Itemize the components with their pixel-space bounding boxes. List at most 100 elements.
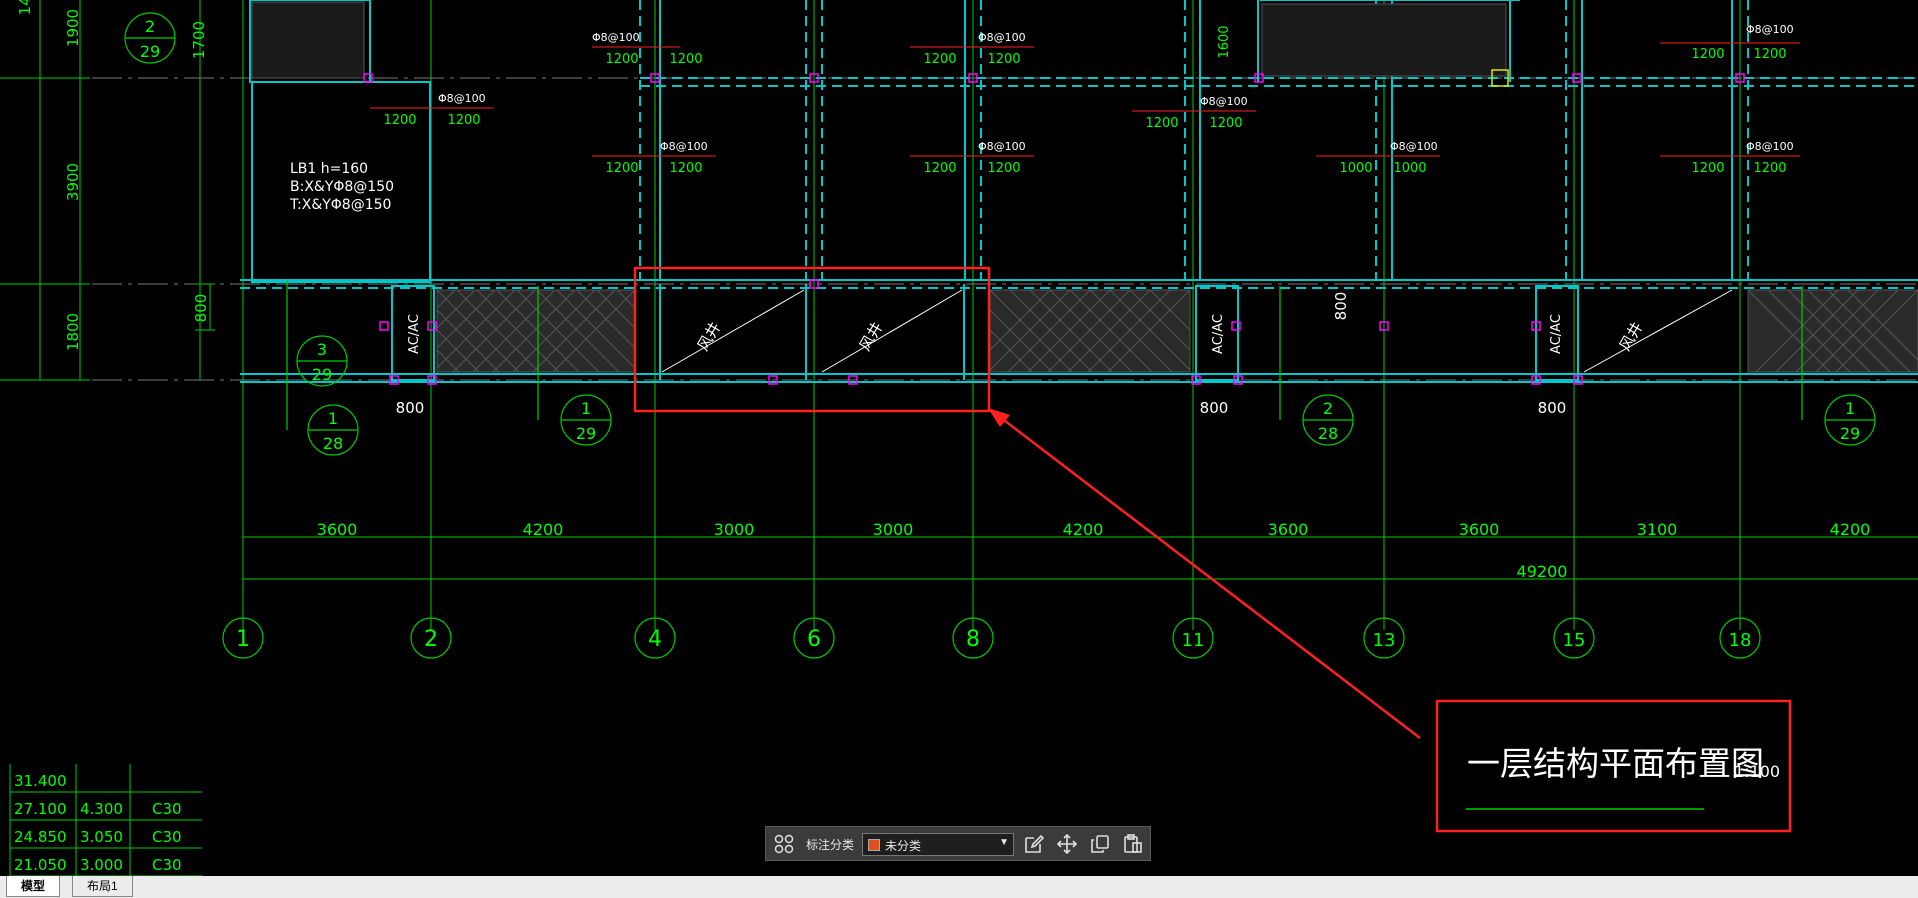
rebar-label: Φ8@100 <box>660 140 708 153</box>
section-mark-sheet: 29 <box>576 424 596 443</box>
rebar-length: 1200 <box>447 113 480 128</box>
span-dim: 3000 <box>714 520 755 539</box>
edit-icon[interactable] <box>1022 832 1046 856</box>
rebar-length: 1200 <box>923 161 956 176</box>
left-dim: 1900 <box>64 9 82 47</box>
rebar-length: 1200 <box>1753 161 1786 176</box>
drawing-title: 一层结构平面布置图 <box>1467 744 1764 783</box>
section-mark-num: 2 <box>1323 399 1333 418</box>
left-dimension-lines <box>0 0 215 381</box>
left-dim: 1800 <box>64 313 82 351</box>
move-icon[interactable] <box>1055 832 1079 856</box>
copy-icon[interactable] <box>1088 832 1112 856</box>
ac-label: AC/AC <box>1211 314 1226 354</box>
grid-icon[interactable] <box>772 832 796 856</box>
overall-dim: 49200 <box>1517 562 1568 581</box>
section-mark-num: 2 <box>145 17 155 36</box>
rebar-length-vertical: 1600 <box>1217 25 1232 58</box>
small-dim-vertical: 800 <box>1332 292 1350 321</box>
rebar-length: 1200 <box>605 52 638 67</box>
tab-model[interactable]: 模型 <box>6 876 61 897</box>
highlight-arrow-head <box>988 408 1010 427</box>
tab-layout1[interactable]: 布局1 <box>72 876 133 897</box>
table-cell: 24.850 <box>14 828 67 846</box>
rebar-lengths: 1200 1200 1200 1200 1200 1200 1200 1200 … <box>383 25 1786 176</box>
small-dim: 800 <box>1200 399 1229 417</box>
slab-note-line: LB1 h=160 <box>290 161 368 177</box>
slab-note: LB1 h=160 B:X&YΦ8@150 T:X&YΦ8@150 <box>289 161 394 213</box>
span-dim: 4200 <box>523 520 564 539</box>
rebar-length: 1200 <box>383 113 416 128</box>
rebar-length: 1200 <box>1691 161 1724 176</box>
table-cell: 31.400 <box>14 772 67 790</box>
axis-bubbles <box>222 617 1761 659</box>
small-dim: 800 <box>396 399 425 417</box>
rebar-length: 1200 <box>1691 47 1724 62</box>
rebar-length: 1200 <box>1145 116 1178 131</box>
left-dim-partial: 14 <box>16 0 34 16</box>
rebar-length: 1200 <box>605 161 638 176</box>
table-cell: C30 <box>152 856 182 874</box>
section-mark-sheet: 29 <box>140 42 160 61</box>
span-dim: 3600 <box>1459 520 1500 539</box>
left-dims: 1900 1700 3900 800 1800 14 <box>16 0 210 351</box>
rebar-length: 1200 <box>987 161 1020 176</box>
span-dim: 3000 <box>873 520 914 539</box>
rebar-lines <box>370 42 1800 157</box>
axis-label: 13 <box>1373 630 1396 651</box>
rebar-length: 1200 <box>1209 116 1242 131</box>
table-cell: 27.100 <box>14 800 67 818</box>
table-cell: 4.300 <box>80 800 123 818</box>
highlight-box-opening[interactable] <box>633 266 991 413</box>
table-cell: 3.050 <box>80 828 123 846</box>
layout-tab-bar: 模型 布局1 <box>0 876 1918 898</box>
section-mark-num: 1 <box>581 399 591 418</box>
axis-label: 6 <box>807 627 821 652</box>
section-mark-sheet: 28 <box>1318 424 1338 443</box>
rebar-label: Φ8@100 <box>1746 23 1794 36</box>
rebar-length: 1200 <box>987 52 1020 67</box>
rebar-length: 1200 <box>669 161 702 176</box>
table-cell: C30 <box>152 828 182 846</box>
section-mark-num: 3 <box>317 340 327 359</box>
opening-label: 风井 <box>694 319 725 354</box>
span-dim: 3100 <box>1637 520 1678 539</box>
dimension-texts: 3600 4200 3000 3000 4200 3600 3600 3100 … <box>317 520 1871 581</box>
rebar-label: Φ8@100 <box>978 140 1026 153</box>
left-dim: 3900 <box>64 163 82 201</box>
axis-label: 2 <box>424 627 438 652</box>
axis-label: 18 <box>1729 630 1752 651</box>
small-dim: 800 <box>1538 399 1567 417</box>
left-dim: 800 <box>192 294 210 323</box>
axis-label: 4 <box>648 627 662 652</box>
rebar-label: Φ8@100 <box>1200 95 1248 108</box>
section-mark-sheet: 29 <box>1840 424 1860 443</box>
annotation-category-label: 标注分类 <box>806 838 855 852</box>
rebar-label: Φ8@100 <box>1390 140 1438 153</box>
rebar-length: 1000 <box>1339 161 1372 176</box>
ac-label: AC/AC <box>1549 314 1564 354</box>
rebar-length: 1200 <box>669 52 702 67</box>
axis-label: 1 <box>236 627 250 652</box>
section-mark-sheet: 28 <box>323 434 343 453</box>
level-table-text: 31.400 27.100 4.300 C30 24.850 3.050 C30… <box>14 772 182 874</box>
paste-icon[interactable] <box>1121 832 1145 856</box>
annotation-category-select[interactable]: 未分类 ▼ <box>862 833 1014 856</box>
rebar-label: Φ8@100 <box>592 31 640 44</box>
rebar-length: 1200 <box>1753 47 1786 62</box>
highlight-arrow-line <box>995 413 1421 739</box>
rebar-labels: Φ8@100 Φ8@100 Φ8@100 Φ8@100 Φ8@100 Φ8@10… <box>438 23 1794 153</box>
grid-lines <box>0 0 1918 630</box>
drawing-scale: 1:100 <box>1734 762 1780 781</box>
rebar-label: Φ8@100 <box>978 31 1026 44</box>
cad-drawing-canvas[interactable]: 3600 4200 3000 3000 4200 3600 3600 3100 … <box>0 0 1918 878</box>
rebar-label: Φ8@100 <box>438 92 486 105</box>
annotation-toolbar: 标注分类 未分类 ▼ <box>765 826 1151 861</box>
axis-label: 11 <box>1182 630 1205 651</box>
hatch-areas <box>251 1 1918 373</box>
slab-note-line: B:X&YΦ8@150 <box>290 179 394 195</box>
span-dim: 4200 <box>1830 520 1871 539</box>
table-cell: 3.000 <box>80 856 123 874</box>
rebar-label: Φ8@100 <box>1746 140 1794 153</box>
table-cell: C30 <box>152 800 182 818</box>
